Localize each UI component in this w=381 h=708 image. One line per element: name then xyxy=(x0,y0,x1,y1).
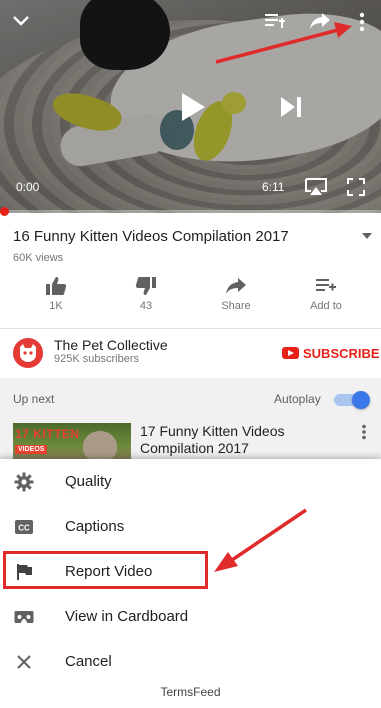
play-icon[interactable] xyxy=(176,88,210,126)
share-icon[interactable] xyxy=(306,9,334,33)
captions-icon: CC xyxy=(13,516,35,538)
subscribe-button[interactable]: SUBSCRIBE xyxy=(282,343,380,363)
gear-icon xyxy=(13,471,35,493)
like-count: 1K xyxy=(49,300,63,312)
up-next-section: Up next Autoplay 17 KITTEN VIDEOS 17 Fun… xyxy=(0,378,381,460)
menu-item-captions[interactable]: CC Captions xyxy=(0,504,381,549)
up-next-label: Up next xyxy=(13,392,55,406)
seek-handle[interactable] xyxy=(0,207,9,216)
autoplay-toggle[interactable] xyxy=(334,391,370,409)
seek-bar[interactable] xyxy=(0,210,381,213)
share-icon xyxy=(226,278,246,294)
close-icon xyxy=(13,651,35,673)
menu-label: Captions xyxy=(65,518,125,535)
autoplay-label: Autoplay xyxy=(274,392,321,406)
playlist-add-icon xyxy=(316,279,336,291)
share-button[interactable]: Share xyxy=(201,274,271,320)
thumbnail-subtext: VIDEOS xyxy=(15,445,48,454)
menu-label: Cancel xyxy=(65,653,112,670)
add-to-label: Add to xyxy=(310,300,342,312)
dislike-count: 43 xyxy=(139,300,153,312)
add-to-queue-icon[interactable] xyxy=(262,10,288,32)
menu-item-cancel[interactable]: Cancel xyxy=(0,639,381,684)
more-vert-icon[interactable] xyxy=(352,10,372,34)
video-title[interactable]: 16 Funny Kitten Videos Compilation 2017 xyxy=(13,228,343,245)
like-button[interactable]: 1K xyxy=(21,274,91,320)
fullscreen-icon[interactable] xyxy=(344,176,368,198)
menu-item-view-in-cardboard[interactable]: View in Cardboard xyxy=(0,594,381,639)
cardboard-icon xyxy=(13,606,35,628)
thumbnail-text: 17 KITTEN xyxy=(15,427,80,441)
next-video-thumbnail[interactable]: 17 KITTEN VIDEOS xyxy=(13,423,131,460)
video-duration: 6:11 xyxy=(262,180,285,194)
chevron-down-icon[interactable] xyxy=(8,8,34,34)
channel-row[interactable]: The Pet Collective 925K subscribers SUBS… xyxy=(0,331,381,373)
skip-next-icon[interactable] xyxy=(276,92,306,122)
channel-name[interactable]: The Pet Collective xyxy=(54,337,168,353)
dislike-button[interactable]: 43 xyxy=(111,274,181,320)
menu-label: Quality xyxy=(65,473,112,490)
share-label: Share xyxy=(221,300,251,312)
options-bottom-sheet: Quality CC Captions Report Video View in… xyxy=(0,459,381,708)
next-video-title[interactable]: 17 Funny Kitten Videos Compilation 2017 xyxy=(140,423,340,457)
video-player[interactable]: 0:00 6:11 xyxy=(0,0,381,213)
expand-arrow-icon[interactable] xyxy=(359,228,375,244)
more-vert-icon[interactable] xyxy=(361,424,373,440)
channel-avatar[interactable] xyxy=(13,338,43,368)
divider xyxy=(0,328,381,329)
youtube-logo-icon xyxy=(282,347,299,359)
toggle-thumb xyxy=(352,391,370,409)
add-to-playlist-button[interactable]: Add to xyxy=(291,274,361,320)
menu-item-quality[interactable]: Quality xyxy=(0,459,381,504)
menu-label: View in Cardboard xyxy=(65,608,189,625)
action-bar: 1K 43 Share Add to xyxy=(0,274,381,320)
thumbs-up-icon xyxy=(46,277,67,295)
subscribe-label: SUBSCRIBE xyxy=(303,345,380,361)
brand-watermark: TermsFeed xyxy=(160,685,221,699)
thumbs-down-icon xyxy=(135,277,156,295)
report-video-highlight xyxy=(3,551,208,589)
thumbnail-kitten xyxy=(83,431,117,460)
current-time: 0:00 xyxy=(16,180,40,194)
subscriber-count: 925K subscribers xyxy=(54,353,139,365)
svg-text:CC: CC xyxy=(18,523,30,532)
view-count: 60K views xyxy=(13,252,64,264)
cast-icon[interactable] xyxy=(303,176,329,198)
